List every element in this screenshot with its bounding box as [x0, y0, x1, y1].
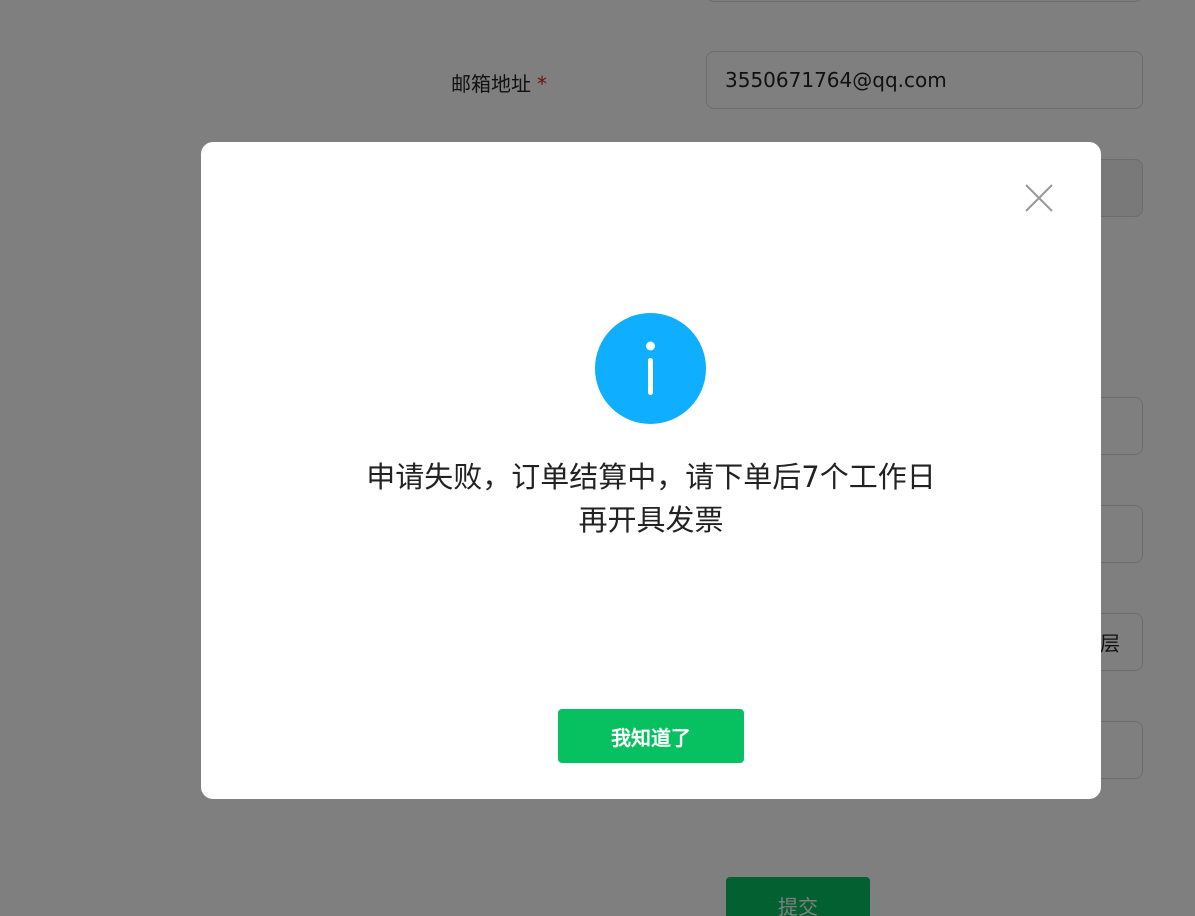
confirm-button[interactable]: 我知道了: [558, 709, 744, 763]
dialog-message: 申请失败，订单结算中，请下单后7个工作日再开具发票: [366, 460, 936, 537]
info-icon: [595, 313, 706, 424]
alert-dialog: 申请失败，订单结算中，请下单后7个工作日再开具发票 我知道了: [201, 142, 1101, 799]
close-icon: [1025, 184, 1053, 212]
close-button[interactable]: [1019, 178, 1059, 218]
